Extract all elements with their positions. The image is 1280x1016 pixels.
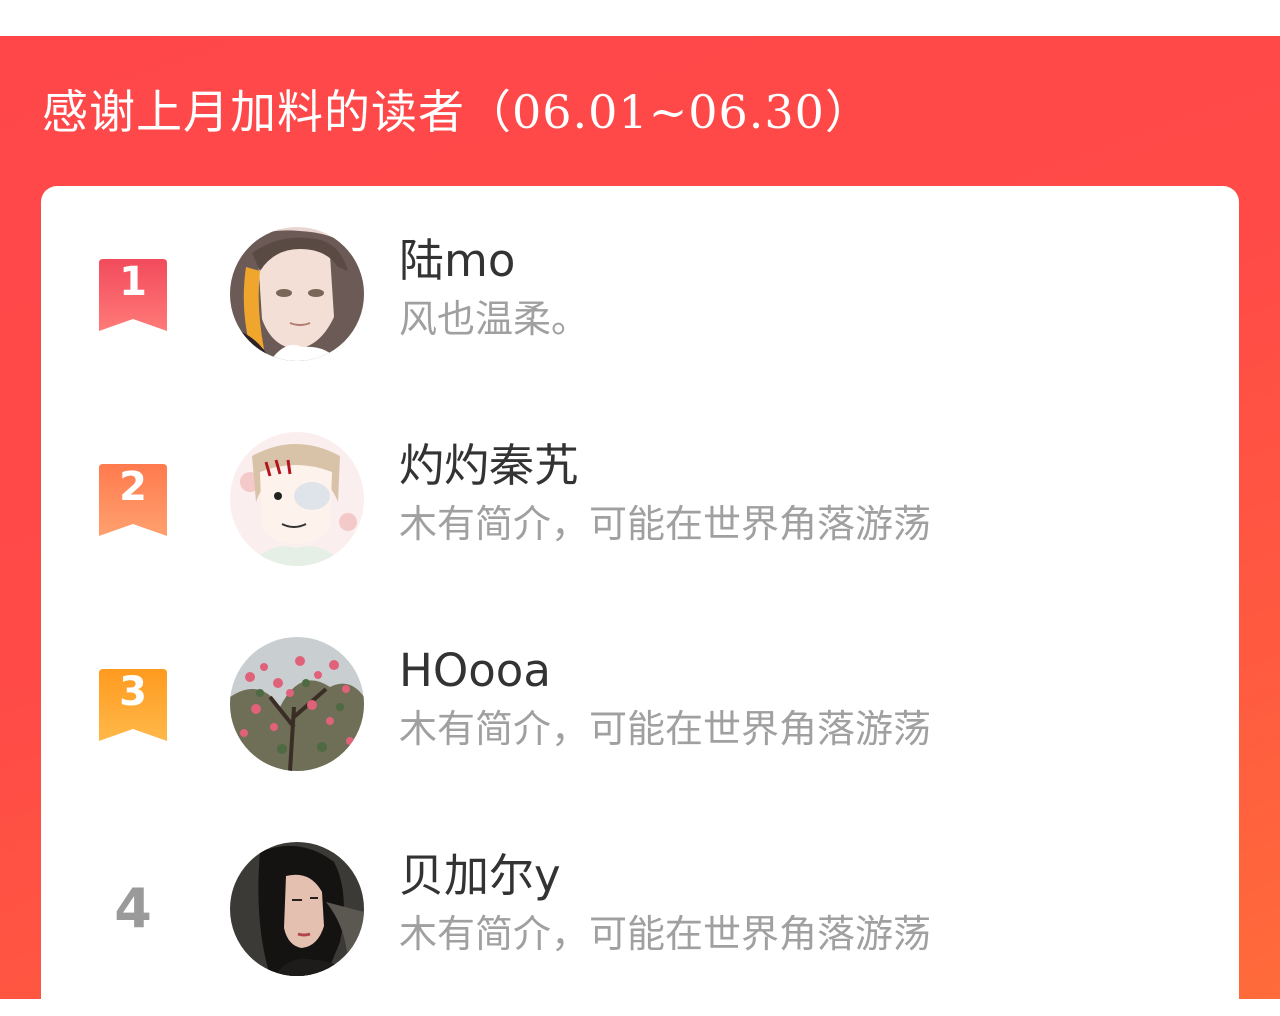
rank-number: 3 [119,669,147,715]
reader-avatar[interactable] [230,432,364,566]
rank-ribbon-badge: 3 [99,669,167,741]
reader-bio: 木有简介，可能在世界角落游荡 [399,707,932,751]
rank-number: 4 [114,877,152,940]
reader-name[interactable]: HOooa [399,643,551,699]
anime-man-avatar [230,227,364,361]
reader-bio: 风也温柔。 [399,297,590,341]
reader-avatar[interactable] [230,842,364,976]
woman-portrait-avatar [230,842,364,976]
rank-ribbon-badge: 2 [99,464,167,536]
reader-name[interactable]: 陆mo [399,233,515,289]
banner-title: 感谢上月加料的读者（06.01~06.30） [42,85,872,139]
reader-bio: 木有简介，可能在世界角落游荡 [399,912,932,956]
reader-avatar[interactable] [230,227,364,361]
reader-name[interactable]: 灼灼秦艽 [399,438,579,494]
rank-ribbon-badge: 1 [99,259,167,331]
reader-name[interactable]: 贝加尔y [399,848,561,904]
reader-row[interactable]: 4 贝加尔y 木有简介，可能在世界角落游荡 [41,841,1239,991]
rank-number: 2 [119,464,147,510]
top-spacer [0,0,1280,36]
cartoon-character-avatar [230,432,364,566]
reader-avatar[interactable] [230,637,364,771]
reader-row[interactable]: 3 HOooa 木有简介，可能在世界角落游荡 [41,636,1239,786]
reader-ranking-card: 1 陆mo 风也温柔。 2 灼灼秦艽 木有简介，可能在世界角落游荡 3 HOoo… [41,186,1239,1016]
flower-tree-avatar [230,637,364,771]
reader-bio: 木有简介，可能在世界角落游荡 [399,502,932,546]
reader-row[interactable]: 2 灼灼秦艽 木有简介，可能在世界角落游荡 [41,431,1239,581]
reader-row[interactable]: 1 陆mo 风也温柔。 [41,226,1239,376]
rank-number: 1 [119,259,147,305]
